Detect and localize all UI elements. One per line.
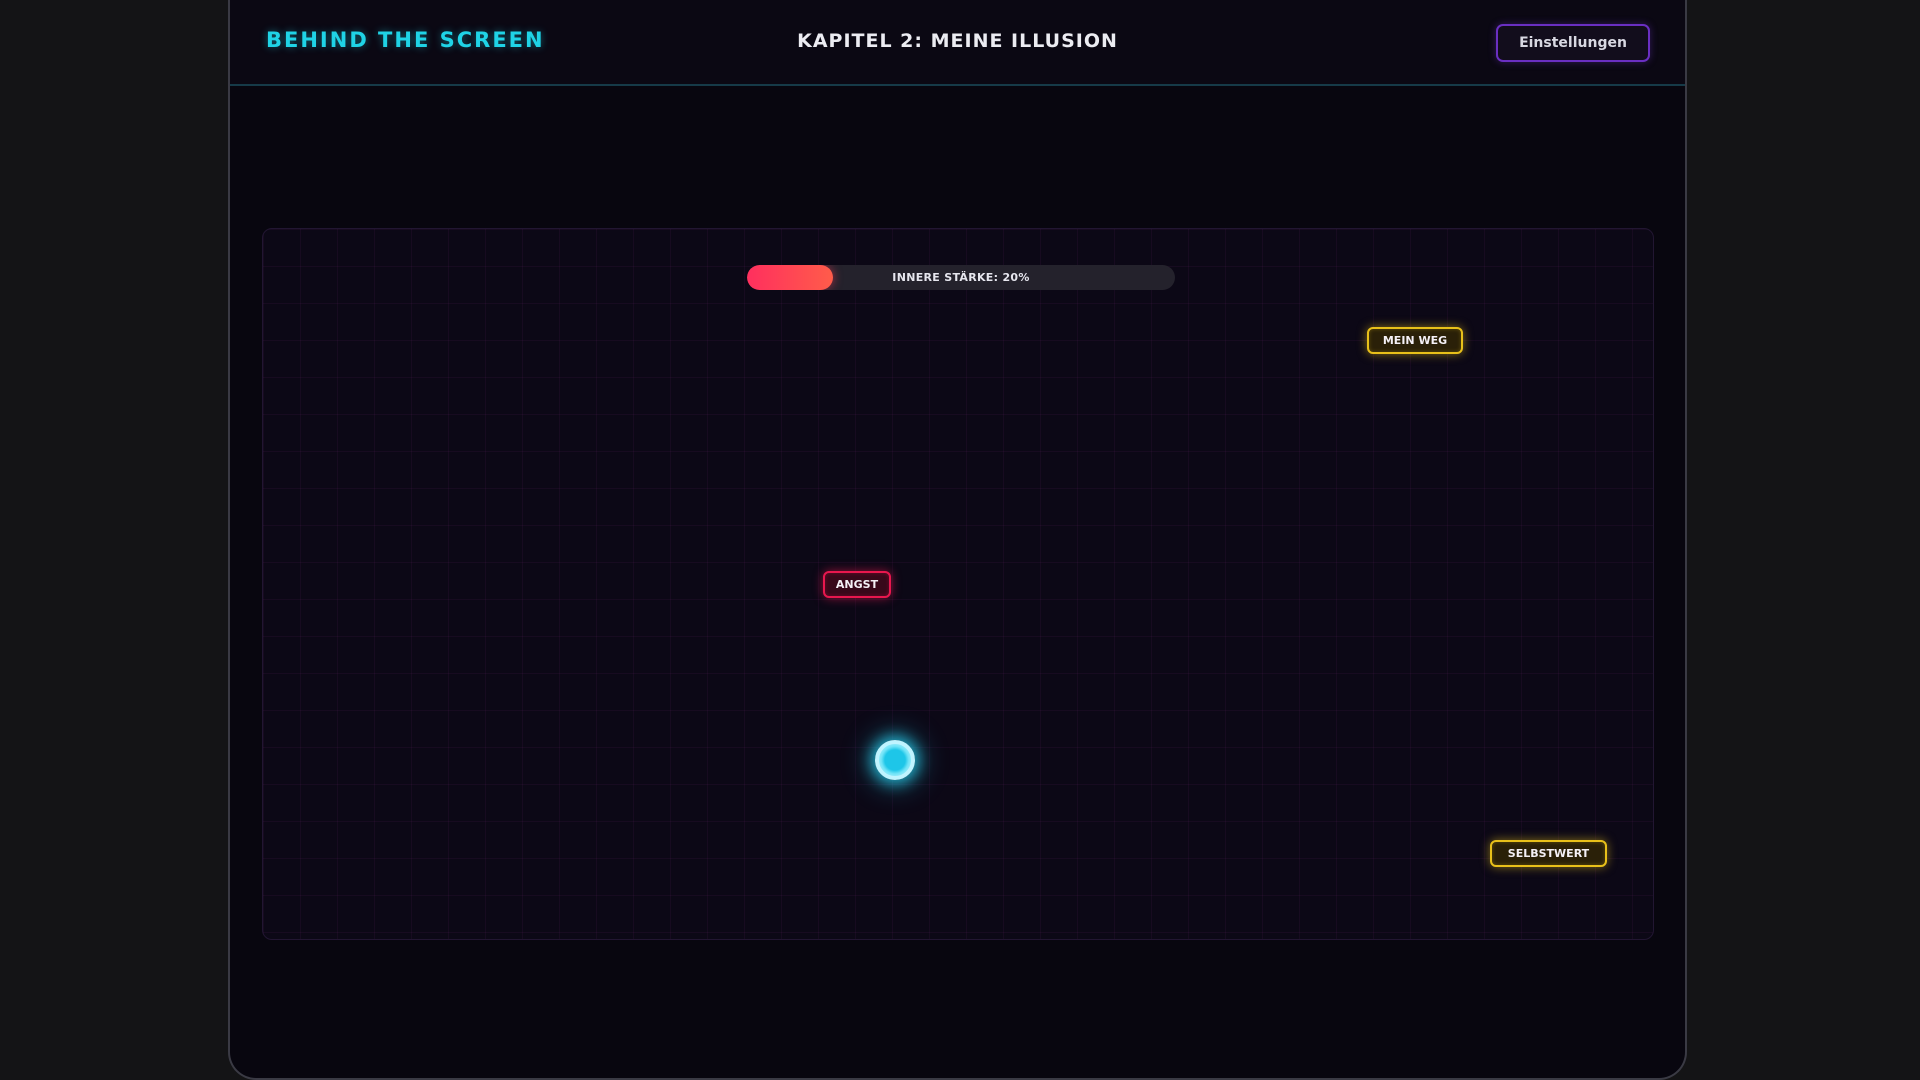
token-mein-weg[interactable]: MEIN WEG [1367,327,1463,354]
player-orb[interactable] [875,740,915,780]
inner-strength-bar: INNERE STÄRKE: 20% [747,265,1175,290]
token-angst[interactable]: ANGST [823,571,891,598]
settings-button[interactable]: Einstellungen [1496,24,1650,62]
token-selbstwert[interactable]: SELBSTWERT [1490,840,1607,867]
inner-strength-label: INNERE STÄRKE: 20% [892,271,1030,284]
play-field[interactable]: INNERE STÄRKE: 20% MEIN WEG ANGST SELBST… [262,228,1654,940]
chapter-title: KAPITEL 2: MEINE ILLUSION [797,30,1118,52]
top-bar: BEHIND THE SCREEN KAPITEL 2: MEINE ILLUS… [230,0,1685,86]
game-window: BEHIND THE SCREEN KAPITEL 2: MEINE ILLUS… [228,0,1687,1080]
